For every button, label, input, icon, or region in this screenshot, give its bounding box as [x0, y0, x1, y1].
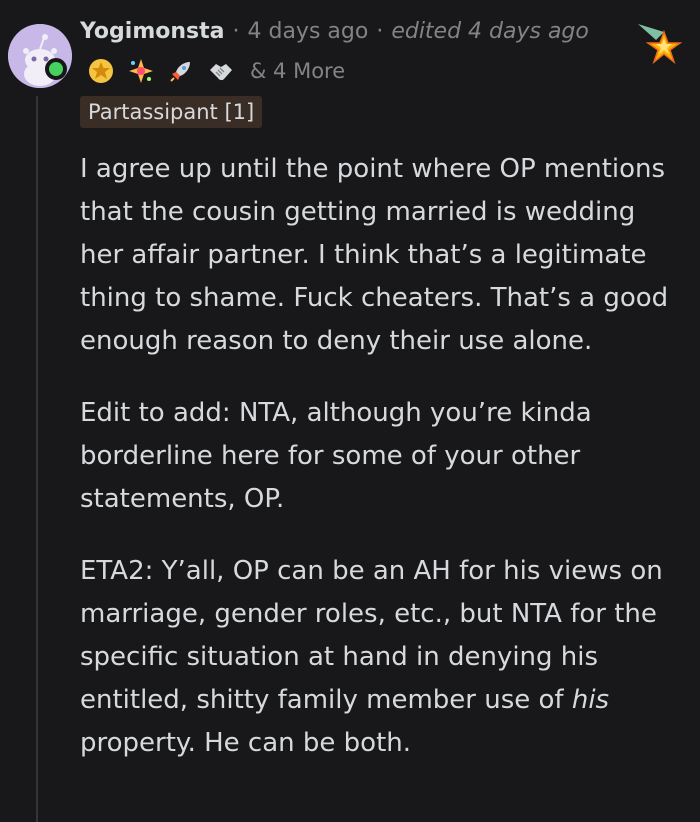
thread-collapse-line[interactable] — [36, 96, 38, 822]
avatar[interactable] — [8, 24, 72, 88]
star-award-icon[interactable] — [634, 18, 684, 68]
handshake-award-icon[interactable] — [208, 58, 234, 84]
username-link[interactable]: Yogimonsta — [80, 19, 224, 44]
rocket-award-icon[interactable] — [168, 58, 194, 84]
online-status-indicator — [45, 58, 67, 80]
paragraph-text: property. He can be both. — [80, 728, 412, 758]
timestamp[interactable]: 4 days ago — [247, 19, 368, 44]
gold-star-award-icon[interactable] — [88, 58, 114, 84]
comment-body: I agree up until the point where OP ment… — [80, 148, 680, 794]
more-awards-link[interactable]: & 4 More — [250, 59, 345, 83]
comment-paragraph: I agree up until the point where OP ment… — [80, 154, 669, 356]
comment-paragraph: Edit to add: NTA, although you’re kinda … — [80, 398, 592, 514]
separator-dot: · — [232, 18, 240, 44]
sparkle-award-icon[interactable] — [128, 58, 154, 84]
snoo-avatar-icon — [8, 24, 72, 88]
user-flair: Partassipant [1] — [80, 96, 263, 128]
edited-timestamp: edited 4 days ago — [391, 18, 589, 44]
emphasized-text: his — [571, 685, 610, 715]
award-list: & 4 More — [88, 54, 345, 88]
comment-header: Yogimonsta · 4 days ago · edited 4 days … — [80, 14, 589, 48]
separator-dot: · — [376, 18, 384, 44]
comment-paragraph: ETA2: Y’all, OP can be an AH for his vie… — [80, 550, 680, 765]
